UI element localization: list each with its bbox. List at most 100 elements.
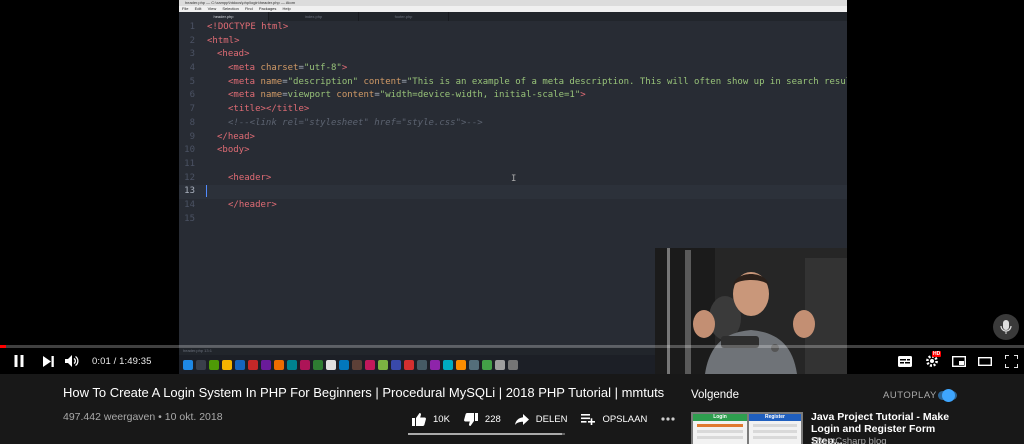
share-button[interactable]: DELEN [514, 413, 567, 425]
code-line: 11 [179, 158, 847, 172]
code-text: <body> [217, 145, 250, 156]
code-line: 10 <body> [179, 144, 847, 158]
line-number: 9 [189, 131, 195, 142]
time-total: 1:49:35 [119, 355, 152, 367]
editor-menu-item: View [207, 6, 217, 11]
like-count: 10K [433, 413, 450, 425]
fullscreen-icon [1004, 354, 1018, 368]
code-line: 4 <meta charset="utf-8"> [179, 62, 847, 76]
code-tag: meta [233, 63, 256, 74]
dislike-button[interactable]: 228 [463, 412, 501, 426]
view-count: 497.442 weergaven [63, 411, 156, 423]
code-line: 1 <!DOCTYPE html> [179, 21, 847, 35]
pause-icon [14, 355, 24, 367]
code-line-current: 13 [179, 185, 847, 199]
code-text: <meta name=viewport content="width=devic… [228, 90, 586, 101]
theater-button[interactable] [976, 348, 994, 374]
fullscreen-button[interactable] [1002, 348, 1020, 374]
hd-badge: HD [932, 351, 942, 357]
thumb-login-panel: Login [693, 414, 747, 444]
like-button[interactable]: 10K [412, 412, 450, 426]
line-number: 3 [189, 49, 195, 60]
subtitles-button[interactable] [896, 348, 914, 374]
up-next-heading: Volgende [691, 389, 739, 401]
editor-tab: index.php [269, 12, 359, 21]
code-tag: meta [233, 90, 256, 101]
save-label: OPSLAAN [602, 413, 648, 425]
miniplayer-button[interactable] [950, 348, 968, 374]
code-attr: charset [260, 63, 299, 74]
editor-menu-item: File [182, 6, 189, 11]
code-text: <head> [217, 49, 250, 60]
like-ratio-fill [408, 433, 562, 435]
code-text: <meta name="description" content="This i… [228, 76, 847, 90]
code-string: viewport [287, 90, 331, 101]
ibeam-cursor-icon: I [511, 174, 517, 184]
time-separator: / [110, 355, 120, 367]
autoplay-label: AUTOPLAY [883, 390, 937, 401]
line-number: 12 [184, 172, 195, 183]
next-icon [42, 355, 54, 367]
code-tag: <title> [228, 104, 266, 115]
stats-separator: • [155, 411, 165, 423]
code-line: 14 </header> [179, 199, 847, 213]
code-string: "description" [287, 76, 359, 87]
next-video-channel[interactable]: 1BestCsharp blog [811, 436, 887, 444]
code-string: "This is an example of a meta descriptio… [406, 76, 847, 87]
volume-button[interactable] [58, 348, 86, 374]
more-actions-button[interactable] [661, 417, 675, 421]
code-attr: name [260, 90, 283, 101]
subtitles-icon [898, 355, 912, 367]
mic-bubble-icon[interactable] [993, 314, 1019, 340]
thumb-field [753, 436, 797, 439]
code-text: <html> [207, 35, 240, 46]
thumb-field [697, 424, 743, 427]
player-controls: 0:01 / 1:49:35 HD [0, 348, 1024, 374]
code-line: 6 <meta name=viewport content="width=devi… [179, 89, 847, 103]
code-line: 9 </head> [179, 131, 847, 145]
code-string: "utf-8" [303, 63, 342, 74]
video-actions: 10K 228 DELEN OPSLAAN [412, 409, 689, 429]
editor-menu-item: Find [244, 6, 253, 11]
thumb-register-panel: Register [749, 414, 801, 444]
autoplay-toggle-knob[interactable] [942, 389, 955, 402]
settings-button[interactable]: HD [922, 348, 942, 374]
line-number: 5 [189, 76, 195, 87]
miniplayer-icon [952, 355, 966, 367]
code-line: 15 [179, 213, 847, 227]
line-number: 6 [189, 90, 195, 101]
code-text: <header> [228, 172, 272, 183]
code-tag: </title> [265, 104, 310, 115]
video-meta-row: 497.442 weergaven • 10 okt. 2018 10K 228… [63, 409, 675, 429]
line-number: 8 [189, 117, 195, 128]
line-number: 13 [184, 186, 195, 197]
player-controls-right: HD [896, 348, 1020, 374]
thumbs-down-icon [463, 412, 478, 426]
code-line: 5 <meta name="description" content="This … [179, 76, 847, 90]
line-number: 14 [184, 199, 195, 210]
video-player[interactable]: header.php — C:\xampp\htdocs\php\login\h… [0, 0, 1024, 374]
text-cursor [206, 185, 207, 197]
thumb-field [697, 436, 743, 439]
save-button[interactable]: OPSLAAN [581, 413, 648, 425]
code-text: <!DOCTYPE html> [207, 22, 289, 32]
code-line: 7 <title></title> [179, 103, 847, 117]
playlist-add-icon [581, 413, 596, 425]
next-video-thumbnail[interactable]: Login Register [691, 412, 803, 444]
video-title: How To Create A Login System In PHP For … [63, 385, 665, 400]
line-number: 7 [189, 104, 195, 115]
editor-tab: header.php [179, 12, 269, 21]
line-number: 4 [189, 63, 195, 74]
code-tag: meta [233, 76, 256, 87]
code-comment: <!--<link rel="stylesheet" href="style.c… [228, 117, 483, 128]
editor-menu-item: Selection [222, 6, 239, 11]
video-info: How To Create A Login System In PHP For … [63, 385, 675, 435]
theater-icon [978, 356, 992, 366]
editor-menu-item: Edit [194, 6, 202, 11]
line-number: 10 [184, 145, 195, 156]
next-button[interactable] [38, 348, 58, 374]
pause-button[interactable] [0, 348, 38, 374]
editor-menu-item: Help [282, 6, 291, 11]
line-number: 11 [184, 158, 195, 169]
time-current: 0:01 [92, 355, 111, 367]
